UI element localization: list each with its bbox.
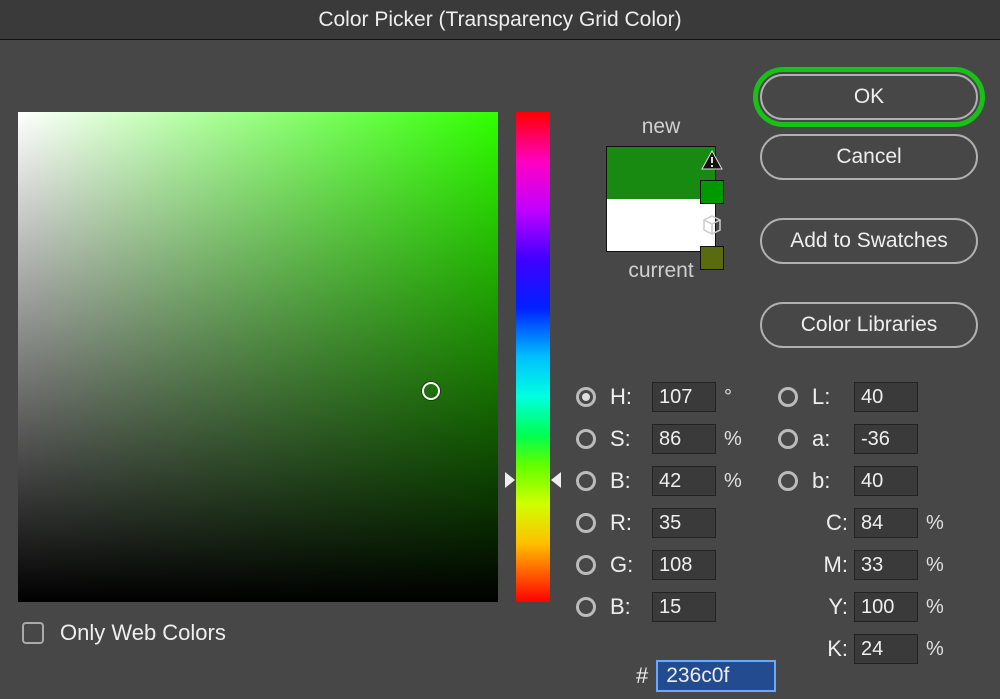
G-radio[interactable] [576,555,596,575]
Bc-radio[interactable] [576,597,596,617]
saturation-brightness-field[interactable] [18,112,498,602]
hue-slider[interactable] [516,112,550,602]
S-input[interactable]: 86 [652,424,716,454]
b-input[interactable]: 40 [854,466,918,496]
M-unit: % [918,554,946,577]
saturation-radio[interactable] [576,429,596,449]
Y-unit: % [918,596,946,619]
only-web-colors-label: Only Web Colors [60,620,226,646]
action-buttons: OK Cancel Add to Swatches Color Librarie… [760,74,978,348]
S-label: S: [610,426,652,452]
K-unit: % [918,638,946,661]
M-label: M: [812,552,854,578]
checkbox-box-icon [22,622,44,644]
color-picker-panel: Only Web Colors new current OK Cancel Ad… [0,40,1000,699]
Bc-input[interactable]: 15 [652,592,716,622]
a-input[interactable]: -36 [854,424,918,454]
C-input[interactable]: 84 [854,508,918,538]
out-of-gamut-warning-icon[interactable] [701,150,723,170]
hue-radio[interactable] [576,387,596,407]
Bv-unit: % [716,470,744,493]
M-input[interactable]: 33 [854,550,918,580]
warning-column [700,150,724,270]
add-to-swatches-button[interactable]: Add to Swatches [760,218,978,264]
hue-arrow-left-icon [505,472,515,488]
ok-button[interactable]: OK [760,74,978,120]
new-label: new [576,112,746,142]
brightness-radio[interactable] [576,471,596,491]
a-label: a: [812,426,854,452]
window-title: Color Picker (Transparency Grid Color) [318,8,681,32]
sb-cursor[interactable] [422,382,440,400]
L-input[interactable]: 40 [854,382,918,412]
web-safe-swatch[interactable] [700,246,724,270]
cancel-button[interactable]: Cancel [760,134,978,180]
a-radio[interactable] [778,429,798,449]
G-input[interactable]: 108 [652,550,716,580]
b-radio[interactable] [778,471,798,491]
color-libraries-button[interactable]: Color Libraries [760,302,978,348]
hash-symbol: # [636,663,648,689]
Y-label: Y: [812,594,854,620]
add-swatches-label: Add to Swatches [790,229,948,253]
new-color-swatch[interactable] [607,147,715,199]
H-input[interactable]: 107 [652,382,716,412]
ok-label: OK [854,85,884,109]
S-unit: % [716,428,744,451]
R-input[interactable]: 35 [652,508,716,538]
cancel-label: Cancel [836,145,901,169]
current-color-swatch[interactable] [607,199,715,251]
Bv-label: B: [610,468,652,494]
hex-input[interactable]: 236c0f [656,660,776,692]
R-radio[interactable] [576,513,596,533]
K-label: K: [812,636,854,662]
R-label: R: [610,510,652,536]
C-unit: % [918,512,946,535]
G-label: G: [610,552,652,578]
title-bar: Color Picker (Transparency Grid Color) [0,0,1000,40]
b-label: b: [812,468,854,494]
gamut-swatch[interactable] [700,180,724,204]
Bv-input[interactable]: 42 [652,466,716,496]
color-libraries-label: Color Libraries [801,313,938,337]
C-label: C: [812,510,854,536]
only-web-colors-checkbox[interactable]: Only Web Colors [22,620,226,646]
cube-icon[interactable] [701,214,723,236]
H-unit: ° [716,386,744,409]
H-label: H: [610,384,652,410]
Bc-label: B: [610,594,652,620]
Y-input[interactable]: 100 [854,592,918,622]
hue-arrow-right-icon [551,472,561,488]
K-input[interactable]: 24 [854,634,918,664]
hex-row: # 236c0f [636,660,776,692]
L-label: L: [812,384,854,410]
value-fields: H: 107 ° L: 40 S: 86 % a: -36 B: 42 % [576,376,946,670]
L-radio[interactable] [778,387,798,407]
